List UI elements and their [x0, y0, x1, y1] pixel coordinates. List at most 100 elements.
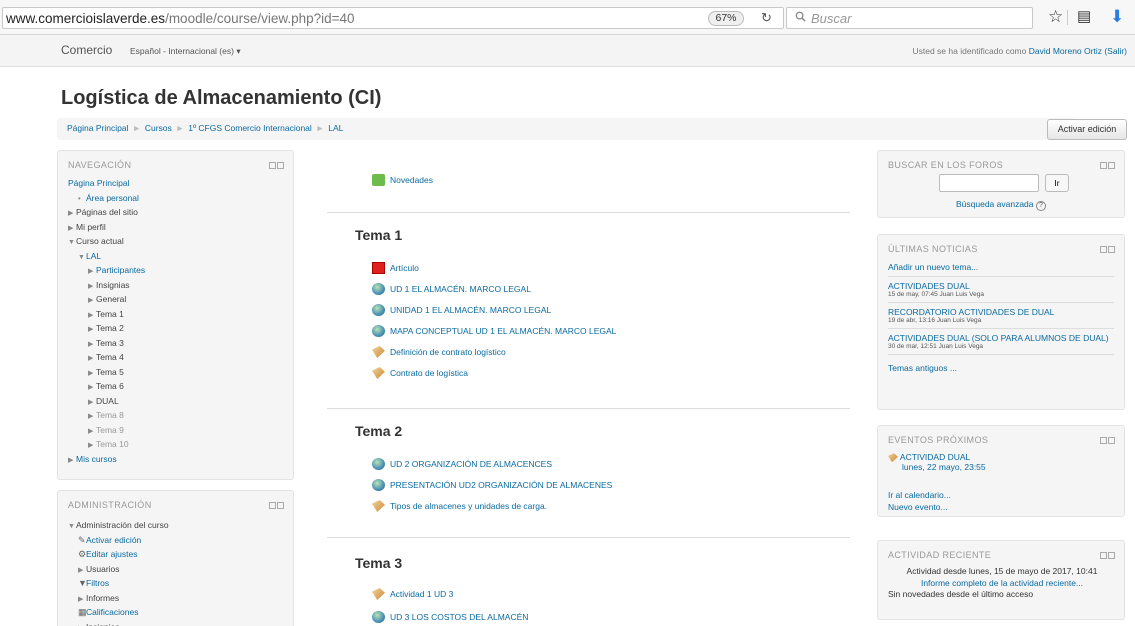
reading-list-icon[interactable]: ▤	[1077, 8, 1091, 26]
activity-link[interactable]: Tipos de almacenes y unidades de carga.	[390, 501, 547, 511]
nav-item-tema-8[interactable]: ▶ Tema 8	[68, 408, 145, 423]
chevron-down-icon: ▼	[78, 253, 85, 261]
activity-link[interactable]: Definición de contrato logístico	[390, 347, 506, 357]
forum-search-input[interactable]	[939, 174, 1039, 192]
admin-item-administracion-del-curso[interactable]: ▼Administración del curso	[68, 518, 169, 533]
nav-item-general[interactable]: ▶ General	[68, 292, 145, 307]
breadcrumb-courses[interactable]: Cursos	[145, 123, 172, 133]
browser-search-box[interactable]: Buscar	[786, 7, 1033, 29]
address-bar[interactable]: www.comercioislaverde.es/moodle/course/v…	[2, 7, 784, 29]
admin-item-filtros[interactable]: ▼Filtros	[68, 576, 169, 591]
admin-item-label: Activar edición	[86, 534, 142, 545]
block-controls-icon[interactable]	[1099, 161, 1116, 169]
activity-item[interactable]: UD 2 ORGANIZACIÓN DE ALMACENCES	[372, 458, 552, 470]
activity-link[interactable]: UD 3 LOS COSTOS DEL ALMACÉN	[390, 612, 528, 622]
add-topic-link[interactable]: Añadir un nuevo tema...	[888, 262, 1114, 272]
activity-item[interactable]: PRESENTACIÓN UD2 ORGANIZACIÓN DE ALMACEN…	[372, 479, 612, 491]
download-icon[interactable]: ⬇	[1110, 8, 1124, 26]
activity-item[interactable]: UD 3 LOS COSTOS DEL ALMACÉN	[372, 611, 528, 623]
news-item-meta: 30 de mar, 12:51 Juan Luis Vega	[888, 343, 984, 350]
block-controls-icon[interactable]	[268, 501, 285, 509]
nav-item-paginas-del-sitio[interactable]: ▶ Páginas del sitio	[68, 205, 145, 220]
nav-item-tema-6[interactable]: ▶ Tema 6	[68, 379, 145, 394]
event-link[interactable]: ACTIVIDAD DUAL	[900, 452, 970, 462]
nav-item-pagina-principal[interactable]: Página Principal	[68, 176, 145, 191]
admin-item-activar-edicion[interactable]: ✎Activar edición	[68, 533, 169, 548]
activity-link[interactable]: Actividad 1 UD 3	[390, 589, 453, 599]
nav-item-label: Mi perfil	[76, 221, 106, 232]
nav-item-participantes[interactable]: ▶ Participantes	[68, 263, 145, 278]
nav-item-tema-2[interactable]: ▶ Tema 2	[68, 321, 145, 336]
section-divider	[327, 212, 850, 213]
activity-item[interactable]: Artículo	[372, 262, 419, 274]
activity-item[interactable]: MAPA CONCEPTUAL UD 1 EL ALMACÉN. MARCO L…	[372, 325, 616, 337]
forum-search-go-button[interactable]: Ir	[1045, 174, 1069, 192]
nav-item-insignias[interactable]: ▶ Insignias	[68, 278, 145, 293]
zoom-indicator[interactable]: 67%	[708, 11, 744, 26]
reload-icon[interactable]: ↻	[761, 10, 772, 26]
news-forum-link[interactable]: Novedades	[390, 175, 433, 185]
activity-link[interactable]: Contrato de logística	[390, 368, 468, 378]
admin-item-usuarios[interactable]: ▶ Usuarios	[68, 562, 169, 577]
breadcrumb-course[interactable]: LAL	[328, 123, 343, 133]
nav-item-tema-9[interactable]: ▶ Tema 9	[68, 423, 145, 438]
admin-item-calificaciones[interactable]: ▦Calificaciones	[68, 605, 169, 620]
block-controls-icon[interactable]	[1099, 551, 1116, 559]
older-topics-link[interactable]: Temas antiguos ...	[888, 363, 1114, 373]
activity-link[interactable]: PRESENTACIÓN UD2 ORGANIZACIÓN DE ALMACEN…	[390, 480, 612, 490]
activity-item[interactable]: Contrato de logística	[372, 367, 468, 379]
nav-item-tema-5[interactable]: ▶ Tema 5	[68, 365, 145, 380]
admin-item-insignias[interactable]: ▶Insignias	[68, 620, 169, 626]
block-controls-icon[interactable]	[1099, 436, 1116, 444]
activity-link[interactable]: UD 2 ORGANIZACIÓN DE ALMACENCES	[390, 459, 552, 469]
activity-link[interactable]: Artículo	[390, 263, 419, 273]
login-info: Usted se ha identificado como David More…	[912, 46, 1127, 56]
nav-item-lal[interactable]: ▼LAL	[68, 249, 145, 264]
activity-item[interactable]: Definición de contrato logístico	[372, 346, 506, 358]
nav-item-dual[interactable]: ▶ DUAL	[68, 394, 145, 409]
full-report-link[interactable]: Informe completo de la actividad recient…	[921, 578, 1083, 588]
nav-item-mi-perfil[interactable]: ▶ Mi perfil	[68, 220, 145, 235]
language-menu[interactable]: Español - Internacional (es) ▾	[130, 46, 241, 57]
url-text[interactable]: www.comercioislaverde.es/moodle/course/v…	[6, 11, 355, 26]
admin-item-editar-ajustes[interactable]: ⚙Editar ajustes	[68, 547, 169, 562]
activity-item[interactable]: UD 1 EL ALMACÉN. MARCO LEGAL	[372, 283, 531, 295]
new-event-link[interactable]: Nuevo evento...	[888, 502, 948, 512]
nav-item-curso-actual[interactable]: ▼Curso actual	[68, 234, 145, 249]
nav-item-tema-4[interactable]: ▶ Tema 4	[68, 350, 145, 365]
news-item-link[interactable]: ACTIVIDADES DUAL (SOLO PARA ALUMNOS DE D…	[888, 333, 1114, 343]
activity-link[interactable]: UD 1 EL ALMACÉN. MARCO LEGAL	[390, 284, 531, 294]
nav-item-tema-10[interactable]: ▶ Tema 10	[68, 437, 145, 452]
nav-item-tema-3[interactable]: ▶ Tema 3	[68, 336, 145, 351]
news-item-link[interactable]: ACTIVIDADES DUAL	[888, 281, 1114, 291]
breadcrumb-home[interactable]: Página Principal	[67, 123, 128, 133]
bookmark-star-icon[interactable]: ☆	[1048, 8, 1063, 26]
site-brand[interactable]: Comercio	[61, 43, 112, 57]
nav-item-mis-cursos[interactable]: ▶ Mis cursos	[68, 452, 145, 467]
activity-item[interactable]: Actividad 1 UD 3	[372, 588, 453, 600]
activity-item[interactable]: UNIDAD 1 EL ALMACÉN. MARCO LEGAL	[372, 304, 551, 316]
recent-activity-title: ACTIVIDAD RECIENTE	[888, 550, 992, 560]
logout-link[interactable]: (Salir)	[1104, 46, 1127, 56]
nav-item-tema-1[interactable]: ▶ Tema 1	[68, 307, 145, 322]
nav-item-area-personal[interactable]: • Área personal	[68, 191, 145, 206]
toggle-editing-button[interactable]: Activar edición	[1047, 119, 1127, 140]
news-forum-item[interactable]: Novedades	[372, 174, 433, 186]
admin-item-informes[interactable]: ▶ Informes	[68, 591, 169, 606]
go-to-calendar-link[interactable]: Ir al calendario...	[888, 490, 951, 500]
user-profile-link[interactable]: David Moreno Ortiz	[1029, 46, 1102, 56]
block-controls-icon[interactable]	[268, 161, 285, 169]
activity-link[interactable]: MAPA CONCEPTUAL UD 1 EL ALMACÉN. MARCO L…	[390, 326, 616, 336]
forum-icon	[372, 174, 385, 186]
site-header: Comercio Español - Internacional (es) ▾ …	[0, 35, 1135, 67]
activity-link[interactable]: UNIDAD 1 EL ALMACÉN. MARCO LEGAL	[390, 305, 551, 315]
breadcrumb-category[interactable]: 1º CFGS Comercio Internacional	[188, 123, 312, 133]
news-item-link[interactable]: RECORDATORIO ACTIVIDADES DE DUAL	[888, 307, 1114, 317]
activity-item[interactable]: Tipos de almacenes y unidades de carga.	[372, 500, 547, 512]
navigation-block-title: NAVEGACIÓN	[68, 160, 132, 170]
help-icon[interactable]: ?	[1035, 201, 1046, 211]
news-item-meta: 19 de abr, 13:16 Juan Luis Vega	[888, 317, 982, 324]
advanced-search-link[interactable]: Búsqueda avanzada	[956, 199, 1034, 209]
block-controls-icon[interactable]	[1099, 245, 1116, 253]
navigation-block: NAVEGACIÓN Página Principal • Área persona…	[57, 150, 294, 480]
